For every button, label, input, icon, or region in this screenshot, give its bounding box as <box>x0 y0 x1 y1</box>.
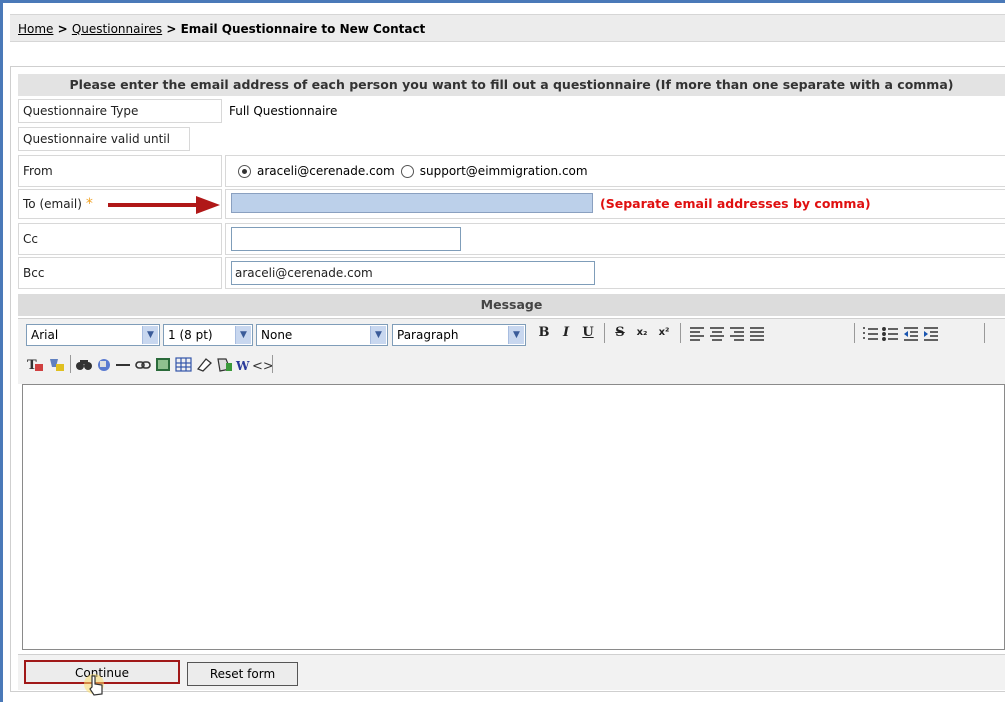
breadcrumb-current: Email Questionnaire to New Contact <box>180 22 426 36</box>
chevron-down-icon: ▼ <box>370 326 386 344</box>
format-select[interactable]: Paragraph ▼ <box>392 324 526 346</box>
find-icon[interactable] <box>76 360 92 370</box>
to-email-input[interactable] <box>231 193 593 213</box>
eraser-icon[interactable] <box>196 358 212 372</box>
from-label: From <box>18 155 222 187</box>
italic-button[interactable]: I <box>558 324 574 342</box>
align-center-icon[interactable] <box>710 327 724 341</box>
to-label: To (email) <box>23 197 82 211</box>
bcc-label: Bcc <box>18 257 222 289</box>
breadcrumb-separator: > <box>53 22 72 36</box>
indent-icon[interactable] <box>924 327 938 341</box>
align-left-icon[interactable] <box>690 327 704 341</box>
from-option-label: araceli@cerenade.com <box>257 164 395 178</box>
from-option-label: support@eimmigration.com <box>419 164 588 178</box>
spellcheck-icon[interactable] <box>98 359 110 371</box>
text-color-icon[interactable]: T <box>27 358 43 373</box>
reset-form-button[interactable]: Reset form <box>187 662 298 686</box>
cc-label: Cc <box>18 223 222 255</box>
row-from: From araceli@cerenade.com support@eimmig… <box>18 155 1005 187</box>
unordered-list-icon[interactable] <box>882 327 898 341</box>
valid-until-label: Questionnaire valid until <box>18 127 190 151</box>
hand-cursor-icon <box>84 674 104 696</box>
toolbar-separator <box>680 323 681 343</box>
required-asterisk: * <box>85 196 93 212</box>
chevron-down-icon: ▼ <box>235 326 251 344</box>
image-icon[interactable] <box>156 358 170 371</box>
row-valid-until: Questionnaire valid until <box>18 127 1005 151</box>
from-radio-support[interactable] <box>400 164 414 178</box>
list-group <box>863 327 938 341</box>
toolbar-separator <box>272 355 273 373</box>
toolbar-separator <box>984 323 985 343</box>
link-icon[interactable] <box>135 361 151 369</box>
instruction-banner: Please enter the email address of each p… <box>18 74 1005 96</box>
toolbar-separator <box>854 323 855 343</box>
breadcrumb-separator: > <box>162 22 181 36</box>
message-header: Message <box>18 294 1005 316</box>
window-frame-top <box>0 0 1005 3</box>
breadcrumb: Home > Questionnaires > Email Questionna… <box>10 14 1005 42</box>
subscript-button[interactable]: x₂ <box>634 324 650 342</box>
outdent-icon[interactable] <box>904 327 918 341</box>
cc-input[interactable] <box>231 227 461 251</box>
from-radio-araceli[interactable] <box>238 164 251 178</box>
bold-button[interactable]: B <box>536 324 552 342</box>
font-size-select[interactable]: 1 (8 pt) ▼ <box>163 324 253 346</box>
to-email-hint: (Separate email addresses by comma) <box>600 196 871 211</box>
html-source-icon[interactable]: <> <box>252 359 274 374</box>
toolbar-separator <box>70 355 71 373</box>
font-select-value: Arial <box>31 328 59 342</box>
chevron-down-icon: ▼ <box>142 326 158 344</box>
font-select[interactable]: Arial ▼ <box>26 324 160 346</box>
superscript-button[interactable]: x² <box>656 324 672 342</box>
underline-button[interactable]: U <box>580 324 596 342</box>
word-paste-icon[interactable]: W <box>235 359 250 373</box>
highlight-color-icon[interactable] <box>50 359 64 371</box>
style-select-value: None <box>261 328 293 342</box>
breadcrumb-questionnaires-link[interactable]: Questionnaires <box>72 22 162 36</box>
window-frame-left <box>0 0 3 702</box>
style-select[interactable]: None ▼ <box>256 324 388 346</box>
row-cc: Cc <box>18 223 1005 255</box>
paste-icon[interactable] <box>217 358 232 372</box>
ordered-list-icon[interactable] <box>863 327 878 340</box>
message-editor[interactable] <box>22 384 1005 650</box>
from-options: araceli@cerenade.com support@eimmigratio… <box>225 155 1005 187</box>
chevron-down-icon: ▼ <box>508 326 524 344</box>
align-justify-icon[interactable] <box>750 327 764 341</box>
breadcrumb-home-link[interactable]: Home <box>18 22 53 36</box>
questionnaire-type-value: Full Questionnaire <box>229 104 338 118</box>
strikethrough-button[interactable]: S <box>612 324 628 342</box>
table-icon[interactable] <box>175 357 192 372</box>
align-right-icon[interactable] <box>730 327 744 341</box>
questionnaire-type-label: Questionnaire Type <box>18 99 222 123</box>
bcc-input[interactable] <box>231 261 595 285</box>
font-size-select-value: 1 (8 pt) <box>168 328 213 342</box>
format-select-value: Paragraph <box>397 328 459 342</box>
toolbar-row-2: T W <> <box>27 355 274 374</box>
alignment-group <box>690 327 764 341</box>
row-questionnaire-type: Questionnaire Type Full Questionnaire <box>18 99 1005 123</box>
toolbar-separator <box>604 323 605 343</box>
annotation-arrow-icon <box>108 196 220 214</box>
